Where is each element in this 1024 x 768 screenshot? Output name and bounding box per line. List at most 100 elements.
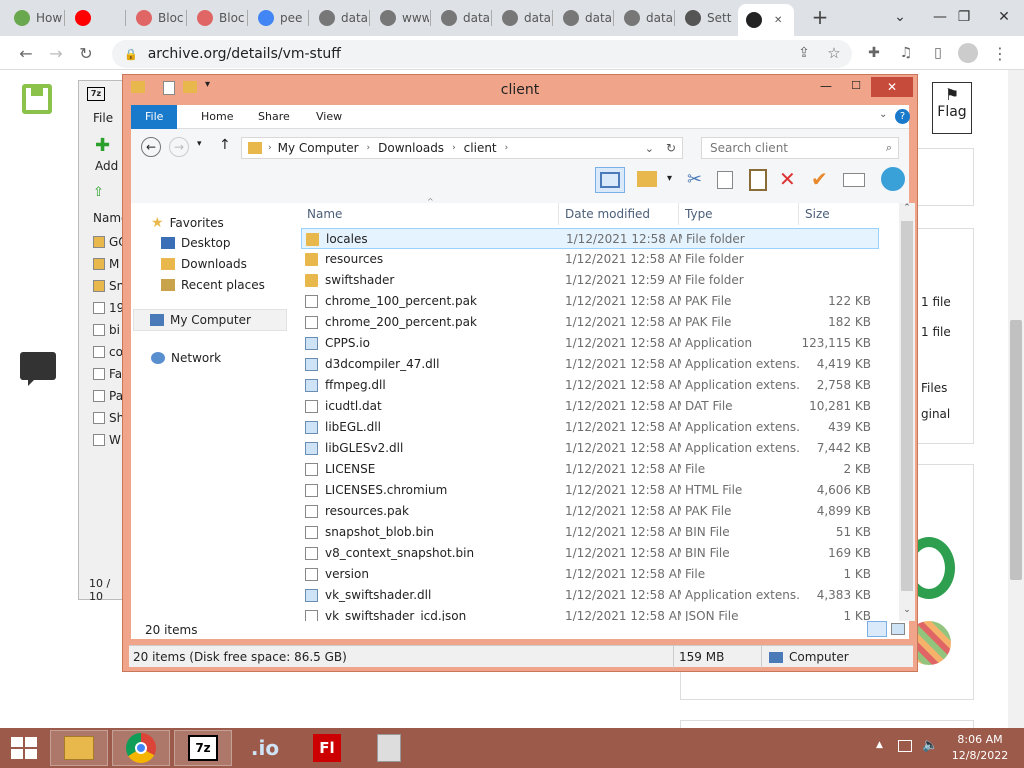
nav-my-computer[interactable]: My Computer	[133, 309, 287, 331]
explorer-back-icon[interactable]: ←	[141, 137, 161, 157]
start-button[interactable]	[0, 730, 48, 766]
tray-expand-icon[interactable]: ▲	[876, 740, 883, 750]
file-row[interactable]: LICENSE 1/12/2021 12:58 AM File 2 KB	[301, 459, 879, 480]
globe-icon[interactable]	[881, 167, 905, 191]
column-header-name[interactable]: Name	[301, 203, 559, 225]
recent-locations-icon[interactable]: ▾	[197, 139, 202, 149]
help-icon[interactable]: ?	[895, 109, 910, 124]
7zip-list-item[interactable]: bi	[93, 323, 120, 337]
chrome-menu-icon[interactable]: ⋮	[988, 41, 1012, 65]
file-row[interactable]: chrome_100_percent.pak 1/12/2021 12:58 AM…	[301, 291, 879, 312]
breadcrumb-downloads[interactable]: Downloads	[378, 141, 444, 155]
media-control-icon[interactable]: ♫	[894, 41, 918, 65]
browser-tab[interactable]: pee	[250, 6, 307, 30]
details-view-icon[interactable]	[867, 621, 887, 637]
address-dropdown-icon[interactable]: ⌄	[645, 142, 654, 155]
file-row[interactable]: icudtl.dat 1/12/2021 12:58 AM DAT File 10,2…	[301, 396, 879, 417]
quick-access-dropdown-icon[interactable]: ▾	[205, 79, 210, 90]
file-row[interactable]: LICENSES.chromium 1/12/2021 12:58 AM HTML …	[301, 480, 879, 501]
browser-tab[interactable]: ✕	[738, 4, 794, 36]
taskbar-clock[interactable]: 8:06 AM 12/8/2022	[948, 732, 1012, 764]
rename-icon[interactable]	[843, 173, 865, 187]
taskbar-io-app[interactable]: .io	[236, 730, 294, 766]
breadcrumb[interactable]: › My Computer › Downloads › client › ⌄ ↻	[241, 137, 683, 159]
paste-icon[interactable]	[749, 169, 767, 191]
7zip-list-item[interactable]: Fa	[93, 367, 122, 381]
forward-icon[interactable]: →	[44, 41, 68, 65]
explorer-close-icon[interactable]: ✕	[871, 77, 913, 97]
browser-tab[interactable]: data	[494, 6, 551, 30]
delete-icon[interactable]: ✕	[779, 167, 796, 191]
tab-share[interactable]: Share	[244, 105, 304, 129]
file-row[interactable]: version 1/12/2021 12:58 AM File 1 KB	[301, 564, 879, 585]
share-icon[interactable]: ⇪	[792, 41, 816, 65]
7zip-list-item[interactable]: W	[93, 433, 121, 447]
download-option-4[interactable]: ginal	[921, 407, 950, 421]
up-folder-icon[interactable]: ⇧	[93, 185, 104, 200]
nav-network[interactable]: Network	[151, 351, 221, 365]
file-row[interactable]: vk_swiftshader.dll 1/12/2021 12:58 AM Appl…	[301, 585, 879, 606]
file-row[interactable]: swiftshader 1/12/2021 12:59 AM File folder	[301, 270, 879, 291]
file-list-scroll-thumb[interactable]	[901, 221, 913, 591]
checkmark-icon[interactable]: ✔	[811, 167, 828, 191]
network-tray-icon[interactable]	[898, 740, 912, 752]
profile-avatar[interactable]	[956, 41, 980, 65]
file-row[interactable]: libGLESv2.dll 1/12/2021 12:58 AM Applicati…	[301, 438, 879, 459]
explorer-forward-icon[interactable]: →	[169, 137, 189, 157]
explorer-maximize-icon[interactable]: ☐	[843, 79, 869, 95]
nav-downloads[interactable]: Downloads	[161, 257, 247, 271]
file-row[interactable]: ffmpeg.dll 1/12/2021 12:58 AM Application …	[301, 375, 879, 396]
browser-tab[interactable]: www	[372, 6, 429, 30]
download-option-3[interactable]: Files	[921, 381, 947, 395]
new-tab-button[interactable]: +	[806, 6, 834, 30]
tab-view[interactable]: View	[302, 105, 356, 129]
browser-tab[interactable]: Bloc	[189, 6, 246, 30]
browser-tab[interactable]: Sett	[677, 6, 734, 30]
7zip-list-item[interactable]: 19	[93, 301, 124, 315]
file-row[interactable]: resources.pak 1/12/2021 12:58 AM PAK File 4…	[301, 501, 879, 522]
column-header-size[interactable]: Size	[799, 203, 879, 225]
bookmark-star-icon[interactable]: ☆	[822, 41, 846, 65]
reload-icon[interactable]: ↻	[74, 41, 98, 65]
browser-tab[interactable]: Bloc	[128, 6, 185, 30]
column-header-type[interactable]: Type	[679, 203, 799, 225]
file-row[interactable]: v8_context_snapshot.bin 1/12/2021 12:58 A…	[301, 543, 879, 564]
browser-tab[interactable]: data	[555, 6, 612, 30]
copy-icon[interactable]	[717, 171, 733, 189]
browser-tab[interactable]: data	[311, 6, 368, 30]
file-row[interactable]: d3dcompiler_47.dll 1/12/2021 12:58 AM Appl…	[301, 354, 879, 375]
taskbar-recycle[interactable]	[360, 730, 418, 766]
tab-search-icon[interactable]: ⌄	[880, 0, 920, 34]
taskbar-file-explorer[interactable]	[50, 730, 108, 766]
address-bar[interactable]: 🔒 archive.org/details/vm-stuff	[112, 40, 852, 68]
properties-quick-icon[interactable]	[163, 81, 175, 95]
preview-pane-icon[interactable]	[595, 167, 625, 193]
restore-icon[interactable]: ❐	[944, 0, 984, 34]
nav-recent-places[interactable]: Recent places	[161, 278, 265, 292]
file-row[interactable]: libEGL.dll 1/12/2021 12:58 AM Application …	[301, 417, 879, 438]
7zip-list-item[interactable]: Sn	[93, 279, 124, 293]
7zip-list-item[interactable]: Sh	[93, 411, 124, 425]
browser-tab[interactable]	[67, 6, 124, 30]
7zip-menu-file[interactable]: File	[93, 111, 113, 125]
flag-button[interactable]: ⚑ Flag	[932, 82, 972, 134]
comment-icon[interactable]	[20, 352, 56, 380]
options-dropdown-icon[interactable]: ▾	[667, 173, 672, 184]
nav-desktop[interactable]: Desktop	[161, 236, 231, 250]
7zip-list-item[interactable]: co	[93, 345, 123, 359]
search-box[interactable]: Search client ⌕	[701, 137, 899, 159]
file-row[interactable]: snapshot_blob.bin 1/12/2021 12:58 AM BIN F…	[301, 522, 879, 543]
side-panel-icon[interactable]: ▯	[926, 41, 950, 65]
file-row[interactable]: locales 1/12/2021 12:58 AM File folder	[301, 228, 879, 249]
browser-tab[interactable]: data	[433, 6, 490, 30]
taskbar-flash[interactable]: Fl	[298, 730, 356, 766]
7zip-list-item[interactable]: M	[93, 257, 119, 271]
7zip-list-item[interactable]: Pa	[93, 389, 123, 403]
new-folder-quick-icon[interactable]	[183, 81, 197, 93]
up-arrow-icon[interactable]: ↑	[219, 137, 231, 153]
close-tab-icon[interactable]: ✕	[774, 15, 782, 26]
close-window-icon[interactable]: ✕	[984, 0, 1024, 34]
nav-favorites[interactable]: ★ Favorites	[151, 215, 224, 231]
cut-icon[interactable]: ✂	[687, 169, 702, 190]
breadcrumb-my-computer[interactable]: My Computer	[278, 141, 359, 155]
